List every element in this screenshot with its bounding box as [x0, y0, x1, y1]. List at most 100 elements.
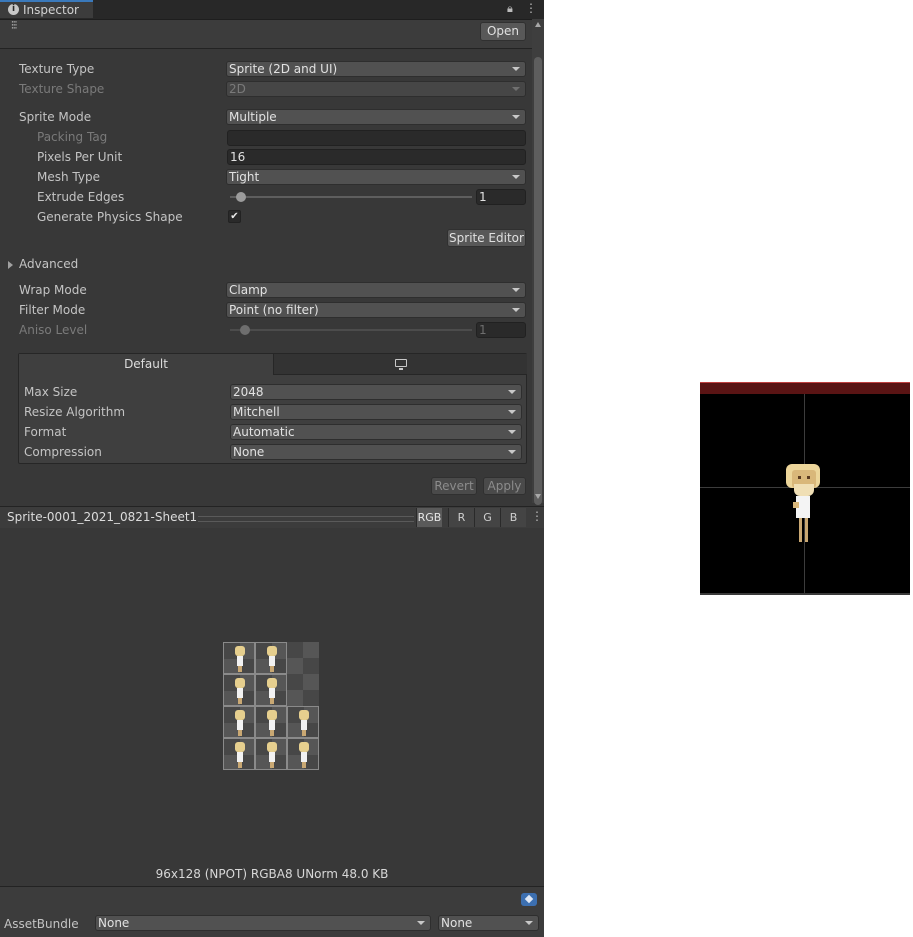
sprite-mode-label: Sprite Mode: [19, 110, 92, 124]
inspector-scrollbar[interactable]: [532, 19, 544, 505]
tab-standalone-platform[interactable]: [273, 354, 527, 375]
sprite-frame: [266, 646, 278, 672]
pixels-per-unit-value: 16: [230, 150, 246, 164]
scroll-down-icon[interactable]: [535, 494, 541, 499]
packing-tag-field: [227, 130, 526, 146]
sprite-frame: [266, 710, 278, 736]
texture-shape-value: 2D: [229, 82, 246, 96]
asset-header: ⫶⫶⫶ Open: [0, 19, 532, 49]
extrude-edges-slider-track[interactable]: [230, 196, 472, 198]
texture-type-label: Texture Type: [19, 62, 95, 76]
texture-shape-label: Texture Shape: [19, 82, 105, 96]
wrap-mode-dropdown[interactable]: Clamp: [226, 282, 526, 298]
sprite-frame: [266, 678, 278, 704]
open-button[interactable]: Open: [480, 22, 526, 41]
sprite-frame: [234, 678, 246, 704]
tab-default-platform[interactable]: Default: [19, 354, 273, 375]
preview-window-bottom-edge: [700, 593, 910, 595]
inspector-panel: i Inspector 🔒︎ ⋮ ⫶⫶⫶ Open Texture Type S…: [0, 0, 544, 937]
sprite-cell: [255, 674, 287, 706]
sprite-cell: [255, 642, 287, 674]
chevron-down-icon: [512, 115, 520, 119]
max-size-dropdown[interactable]: 2048: [230, 384, 522, 400]
sprite-cell: [255, 706, 287, 738]
pixels-per-unit-field[interactable]: 16: [227, 149, 526, 165]
sprite-cell: [223, 674, 255, 706]
compression-dropdown[interactable]: None: [230, 444, 522, 460]
asset-bundle-dropdown[interactable]: None: [95, 915, 431, 931]
sprite-cell: [287, 706, 319, 738]
channel-g-button[interactable]: G: [474, 508, 500, 527]
packing-tag-label: Packing Tag: [37, 130, 108, 144]
chevron-down-icon: [508, 450, 516, 454]
sprite-cell: [287, 738, 319, 770]
scroll-up-icon[interactable]: [535, 22, 541, 27]
mesh-type-dropdown[interactable]: Tight: [226, 169, 526, 185]
preview-options-icon[interactable]: ⋮: [531, 509, 543, 523]
tab-inspector[interactable]: i Inspector: [0, 0, 93, 18]
apply-button[interactable]: Apply: [483, 477, 526, 495]
asset-bundle-bar: AssetBundle None None: [0, 886, 544, 937]
extrude-edges-field[interactable]: 1: [476, 189, 526, 205]
chevron-down-icon: [512, 87, 520, 91]
sprite-cell: [287, 674, 319, 706]
lock-icon[interactable]: 🔒︎: [507, 2, 513, 16]
more-options-icon[interactable]: ⋮: [525, 1, 537, 15]
filter-mode-dropdown[interactable]: Point (no filter): [226, 302, 526, 318]
wrap-mode-value: Clamp: [229, 283, 268, 297]
sprite-cell: [223, 706, 255, 738]
import-settings-icon: ⫶⫶⫶: [11, 19, 17, 32]
format-dropdown[interactable]: Automatic: [230, 424, 522, 440]
max-size-value: 2048: [233, 385, 264, 399]
extrude-edges-slider-handle[interactable]: [236, 192, 246, 202]
generate-physics-checkbox[interactable]: ✔: [228, 210, 241, 223]
sprite-mode-value: Multiple: [229, 110, 277, 124]
sprite-mode-dropdown[interactable]: Multiple: [226, 109, 526, 125]
sprite-cell: [223, 738, 255, 770]
sprite-cell: [255, 738, 287, 770]
texture-type-value: Sprite (2D and UI): [229, 62, 338, 76]
sprite-sheet-preview: [223, 642, 320, 771]
chevron-down-icon: [512, 67, 520, 71]
texture-type-dropdown[interactable]: Sprite (2D and UI): [226, 61, 526, 77]
asset-bundle-variant-dropdown[interactable]: None: [438, 915, 539, 931]
texture-info: 96x128 (NPOT) RGBA8 UNorm 48.0 KB: [155, 867, 389, 881]
chevron-down-icon: [508, 390, 516, 394]
scrollbar-thumb[interactable]: [534, 57, 542, 505]
preview-resize-handle[interactable]: [198, 516, 414, 522]
sprite-frame: [234, 646, 246, 672]
resize-algorithm-label: Resize Algorithm: [24, 405, 126, 419]
resize-algorithm-dropdown[interactable]: Mitchell: [230, 404, 522, 420]
platform-settings: Default Max Size 2048 Resize Algorithm M…: [18, 353, 527, 464]
channel-rgb-button[interactable]: RGB: [416, 508, 442, 527]
chevron-down-icon: [508, 410, 516, 414]
preview-asset-name: Sprite-0001_2021_0821-Sheet1: [7, 510, 198, 524]
max-size-label: Max Size: [24, 385, 78, 399]
sprite-editor-button[interactable]: Sprite Editor: [447, 229, 526, 247]
resize-algorithm-value: Mitchell: [233, 405, 280, 419]
chevron-down-icon: [512, 288, 520, 292]
extrude-edges-label: Extrude Edges: [37, 190, 125, 204]
aniso-level-label: Aniso Level: [19, 323, 88, 337]
sprite-frame: [234, 742, 246, 768]
sprite-frame: [266, 742, 278, 768]
filter-mode-label: Filter Mode: [19, 303, 86, 317]
advanced-foldout-label[interactable]: Advanced: [19, 257, 78, 271]
aniso-level-slider-handle: [240, 325, 250, 335]
asset-bundle-label: AssetBundle: [4, 917, 79, 931]
sprite-frame: [298, 710, 310, 736]
sprite-cell: [287, 642, 319, 674]
chevron-down-icon: [512, 308, 520, 312]
channel-b-button[interactable]: B: [500, 508, 526, 527]
label-tag-icon[interactable]: [521, 893, 537, 906]
mesh-type-label: Mesh Type: [37, 170, 100, 184]
advanced-foldout-icon[interactable]: [8, 261, 13, 269]
asset-bundle-value: None: [98, 916, 130, 930]
channel-r-button[interactable]: R: [448, 508, 474, 527]
preview-window-titlebar: [700, 382, 910, 394]
chevron-down-icon: [512, 175, 520, 179]
format-value: Automatic: [233, 425, 295, 439]
revert-button[interactable]: Revert: [431, 477, 477, 495]
chevron-down-icon: [417, 921, 425, 925]
sprite-frame: [298, 742, 310, 768]
